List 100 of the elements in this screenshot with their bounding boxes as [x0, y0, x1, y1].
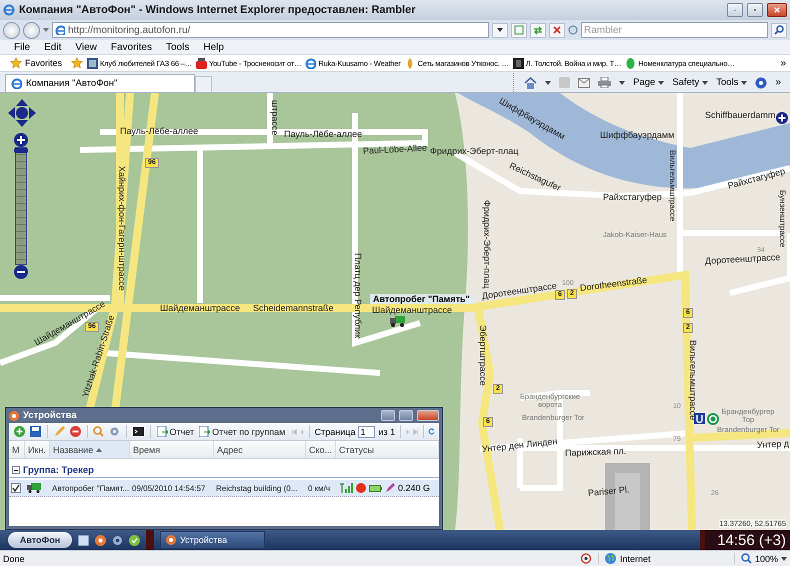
refresh-icon[interactable]	[428, 426, 436, 437]
caret-icon[interactable]	[545, 80, 552, 84]
gear-icon[interactable]	[112, 534, 123, 546]
status-text: Done	[3, 554, 25, 564]
close-button[interactable]	[767, 3, 787, 17]
address-field[interactable]: http://monitoring.autofon.ru/	[52, 22, 489, 38]
dropdown-arrow-icon[interactable]	[43, 28, 49, 32]
street-label: Шиффбауэрдамм	[600, 130, 674, 140]
terminal-button[interactable]	[132, 426, 145, 437]
street-label: Парижская пл.	[564, 446, 626, 458]
collapse-toggle[interactable]	[12, 466, 20, 474]
column-header[interactable]: Адрес	[214, 441, 306, 458]
table-cell-text: Reichstag building (0...	[215, 482, 298, 495]
clock: 14:56 (+3)	[700, 530, 790, 550]
app-logo-icon[interactable]	[95, 534, 106, 546]
table-cell-text: 09/05/2010 14:54:57	[131, 482, 206, 494]
favorites-button[interactable]: Favorites	[4, 56, 68, 70]
back-button[interactable]	[3, 22, 20, 38]
signal-icon	[339, 483, 353, 493]
star-icon	[10, 57, 22, 69]
check-circle-icon[interactable]	[129, 534, 140, 546]
search-icon	[93, 426, 104, 437]
report-button[interactable]: Отчет по группам	[198, 426, 286, 437]
maximize-button[interactable]	[399, 410, 413, 421]
pan-control-icon[interactable]	[8, 99, 36, 127]
menu-item[interactable]: Favorites	[110, 42, 152, 52]
start-button[interactable]: АвтоФон	[8, 532, 72, 548]
table-cell-text: Автопробег "Памят...	[51, 482, 130, 495]
command-menu[interactable]: Page	[633, 77, 664, 88]
column-header[interactable]: Ско...	[306, 441, 336, 458]
search-field[interactable]: Rambler	[581, 22, 768, 38]
stop-button[interactable]	[549, 22, 565, 38]
taskbar-button[interactable]: Устройства	[160, 531, 265, 549]
browser-tab[interactable]: Компания "АвтоФон"	[5, 74, 195, 92]
minimize-button[interactable]	[727, 3, 743, 17]
zoom-slider[interactable]	[15, 147, 27, 265]
street-label: Scheidemannstraße	[253, 303, 334, 313]
page-number-field[interactable]: 1	[358, 426, 376, 438]
globe-icon	[604, 553, 616, 564]
column-header[interactable]: Статусы	[336, 441, 439, 458]
column-header[interactable]: Название	[50, 441, 130, 458]
command-menu[interactable]: Tools	[716, 77, 748, 88]
expand-layers-icon[interactable]	[776, 112, 788, 124]
more-button[interactable]: »	[780, 58, 786, 68]
rail-sign-icon	[707, 413, 719, 425]
truck-icon[interactable]	[390, 316, 405, 327]
caret-icon	[702, 80, 708, 84]
forward-button[interactable]	[23, 22, 40, 38]
caret-icon[interactable]	[619, 80, 626, 84]
minimize-button[interactable]	[381, 410, 395, 421]
privacy-icon[interactable]	[580, 553, 592, 564]
search-button[interactable]	[92, 426, 106, 437]
print-icon[interactable]	[598, 77, 612, 88]
zoom-level-button[interactable]: 100%	[734, 553, 787, 564]
search-button[interactable]	[771, 22, 787, 38]
add-favorite-icon[interactable]	[71, 57, 84, 69]
menu-item[interactable]: Tools	[166, 42, 190, 52]
refresh-button[interactable]	[530, 22, 546, 38]
browser-logo-icon	[3, 4, 15, 16]
page-total: из 1	[378, 426, 396, 436]
window-icon[interactable]	[78, 534, 89, 546]
window-title: Устройства	[23, 410, 78, 421]
menu-item[interactable]: View	[75, 42, 97, 52]
delete-button[interactable]	[68, 426, 82, 437]
refresh-icon	[533, 25, 543, 35]
add-button[interactable]	[13, 426, 26, 437]
address-dropdown-button[interactable]	[492, 22, 508, 38]
report-button[interactable]: Отчет	[156, 426, 196, 437]
column-header[interactable]: М	[9, 441, 25, 458]
status-dot-icon	[356, 483, 366, 493]
zoom-slider-thumb[interactable]	[14, 148, 28, 153]
menu-item[interactable]: Help	[203, 42, 224, 52]
site-icon	[512, 58, 524, 68]
checkbox[interactable]	[11, 483, 21, 493]
street-label: Эбертштрассе	[478, 325, 488, 386]
site-icon	[305, 58, 316, 68]
column-header[interactable]: Время	[130, 441, 214, 458]
command-menu[interactable]: Safety	[672, 77, 708, 88]
menu-item[interactable]: File	[14, 42, 30, 52]
zoom-icon	[740, 553, 752, 564]
mail-icon[interactable]	[578, 78, 590, 88]
group-header[interactable]: Группа: Трекер	[9, 463, 439, 478]
more-button[interactable]: »	[775, 77, 781, 88]
menu-item[interactable]: Edit	[44, 42, 62, 52]
maximize-button[interactable]	[747, 3, 763, 17]
home-icon[interactable]	[524, 76, 538, 88]
battery-icon	[369, 484, 382, 492]
taskbar-separator	[146, 530, 154, 550]
street-label: Schiffbauerdamm	[705, 110, 776, 120]
caret-icon	[781, 556, 787, 560]
street-label: Dorotheenstraße	[579, 274, 648, 293]
site-icon	[625, 58, 636, 68]
edit-icon	[54, 426, 65, 437]
street-label: Вильгельмштрассе	[688, 340, 698, 420]
search-engine-icon	[568, 25, 578, 35]
help-icon[interactable]	[755, 76, 768, 88]
table-row[interactable]: Автопробег "Памят... 09/05/2010 14:54:57 Reichstag building (0... 0 км/ч 0.240 G	[9, 480, 439, 497]
save-button[interactable]	[29, 426, 42, 437]
street-label: Бунзенштрассе	[777, 190, 787, 248]
street-label: Хайнрих-фон-Гагерн-штрассе	[117, 166, 127, 291]
